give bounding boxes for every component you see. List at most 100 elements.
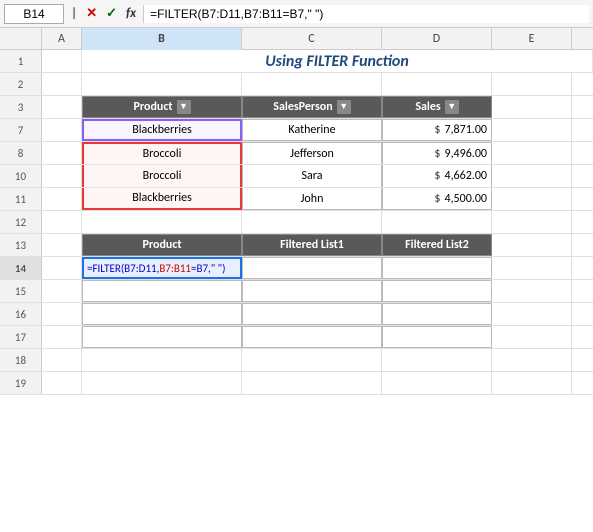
cell-e17[interactable] <box>492 326 572 348</box>
cell-d2[interactable] <box>382 73 492 95</box>
cell-e18[interactable] <box>492 349 572 371</box>
cell-a13[interactable] <box>42 234 82 256</box>
cell-d12[interactable] <box>382 211 492 233</box>
cell-c7[interactable]: Katherine <box>242 119 382 141</box>
cell-a14[interactable] <box>42 257 82 279</box>
cell-c18[interactable] <box>242 349 382 371</box>
dollar-d10: $ <box>434 169 440 183</box>
row-3: 3 Product ▼ SalesPerson ▼ Sales ▼ <box>0 96 593 119</box>
col-header-a[interactable]: A <box>42 28 82 50</box>
cell-a16[interactable] <box>42 303 82 325</box>
cell-e8[interactable] <box>492 142 572 164</box>
cell-b19[interactable] <box>82 372 242 394</box>
cell-d11[interactable]: $ 4,500.00 <box>382 188 492 210</box>
cell-b2[interactable] <box>82 73 242 95</box>
cell-c2[interactable] <box>242 73 382 95</box>
col-header-b[interactable]: B <box>82 28 242 50</box>
filter-icon-sales[interactable]: ▼ <box>445 100 459 114</box>
cell-c11[interactable]: John <box>242 188 382 210</box>
row-16: 16 <box>0 303 593 326</box>
cell-d14[interactable] <box>382 257 492 279</box>
cell-d19[interactable] <box>382 372 492 394</box>
filter-icon-salesperson[interactable]: ▼ <box>337 100 351 114</box>
cell-e14[interactable] <box>492 257 572 279</box>
cell-reference-box[interactable] <box>4 4 64 24</box>
row-num-18: 18 <box>0 349 42 371</box>
sales-d10: 4,662.00 <box>444 169 487 183</box>
cell-a19[interactable] <box>42 372 82 394</box>
cell-d18[interactable] <box>382 349 492 371</box>
cell-c14[interactable] <box>242 257 382 279</box>
cell-e3[interactable] <box>492 96 572 118</box>
cell-a15[interactable] <box>42 280 82 302</box>
cell-b11[interactable]: Blackberries <box>82 188 242 210</box>
cell-c8[interactable]: Jefferson <box>242 142 382 164</box>
cell-a10[interactable] <box>42 165 82 187</box>
cancel-formula-icon[interactable]: ✕ <box>83 5 100 22</box>
cell-b15[interactable] <box>82 280 242 302</box>
product-b7: Blackberries <box>132 123 192 137</box>
cell-b13-header2[interactable]: Product <box>82 234 242 256</box>
cell-b3-header[interactable]: Product ▼ <box>82 96 242 118</box>
cell-c17[interactable] <box>242 326 382 348</box>
row-18: 18 <box>0 349 593 372</box>
cell-d7[interactable]: $ 7,871.00 <box>382 119 492 141</box>
cell-e12[interactable] <box>492 211 572 233</box>
sales-header: Sales <box>415 100 440 114</box>
cell-d8[interactable]: $ 9,496.00 <box>382 142 492 164</box>
cell-e13[interactable] <box>492 234 572 256</box>
cell-b7[interactable]: Blackberries <box>82 119 242 141</box>
cell-a18[interactable] <box>42 349 82 371</box>
formula-input[interactable] <box>143 5 589 23</box>
cell-c15[interactable] <box>242 280 382 302</box>
cell-d17[interactable] <box>382 326 492 348</box>
cell-e11[interactable] <box>492 188 572 210</box>
product-header2: Product <box>142 238 181 252</box>
cell-b8[interactable]: Broccoli <box>82 142 242 164</box>
cell-e15[interactable] <box>492 280 572 302</box>
cell-a1[interactable] <box>42 50 82 72</box>
cell-a11[interactable] <box>42 188 82 210</box>
cell-d3-header[interactable]: Sales ▼ <box>382 96 492 118</box>
row-num-2: 2 <box>0 73 42 95</box>
col-header-c[interactable]: C <box>242 28 382 50</box>
cell-c10[interactable]: Sara <box>242 165 382 187</box>
cell-b14[interactable]: =FILTER(B7:D11,B7:B11=B7," ") <box>82 257 242 279</box>
cell-c12[interactable] <box>242 211 382 233</box>
cell-a8[interactable] <box>42 142 82 164</box>
cell-e10[interactable] <box>492 165 572 187</box>
cell-e16[interactable] <box>492 303 572 325</box>
cell-b18[interactable] <box>82 349 242 371</box>
row-13: 13 Product Filtered List1 Filtered List2 <box>0 234 593 257</box>
cell-e19[interactable] <box>492 372 572 394</box>
cell-b16[interactable] <box>82 303 242 325</box>
salesperson-c7: Katherine <box>288 123 335 137</box>
row-19: 19 <box>0 372 593 395</box>
cell-c16[interactable] <box>242 303 382 325</box>
cell-title: Using FILTER Function <box>82 50 593 72</box>
col-header-e[interactable]: E <box>492 28 572 50</box>
cell-b17[interactable] <box>82 326 242 348</box>
cell-a2[interactable] <box>42 73 82 95</box>
insert-function-icon[interactable]: fx <box>123 5 139 22</box>
cell-a3[interactable] <box>42 96 82 118</box>
cell-a17[interactable] <box>42 326 82 348</box>
cell-a7[interactable] <box>42 119 82 141</box>
col-header-d[interactable]: D <box>382 28 492 50</box>
sales-d11: 4,500.00 <box>444 192 487 206</box>
filter-icon-product[interactable]: ▼ <box>177 100 191 114</box>
cell-b12[interactable] <box>82 211 242 233</box>
cell-e2[interactable] <box>492 73 572 95</box>
cell-b10[interactable]: Broccoli <box>82 165 242 187</box>
cell-c19[interactable] <box>242 372 382 394</box>
cell-a12[interactable] <box>42 211 82 233</box>
formula-bar: | ✕ ✓ fx <box>0 0 593 28</box>
cell-d10[interactable]: $ 4,662.00 <box>382 165 492 187</box>
cell-c13-header2[interactable]: Filtered List1 <box>242 234 382 256</box>
cell-e7[interactable] <box>492 119 572 141</box>
confirm-formula-icon[interactable]: ✓ <box>103 5 120 22</box>
cell-c3-header[interactable]: SalesPerson ▼ <box>242 96 382 118</box>
cell-d16[interactable] <box>382 303 492 325</box>
cell-d13-header2[interactable]: Filtered List2 <box>382 234 492 256</box>
cell-d15[interactable] <box>382 280 492 302</box>
